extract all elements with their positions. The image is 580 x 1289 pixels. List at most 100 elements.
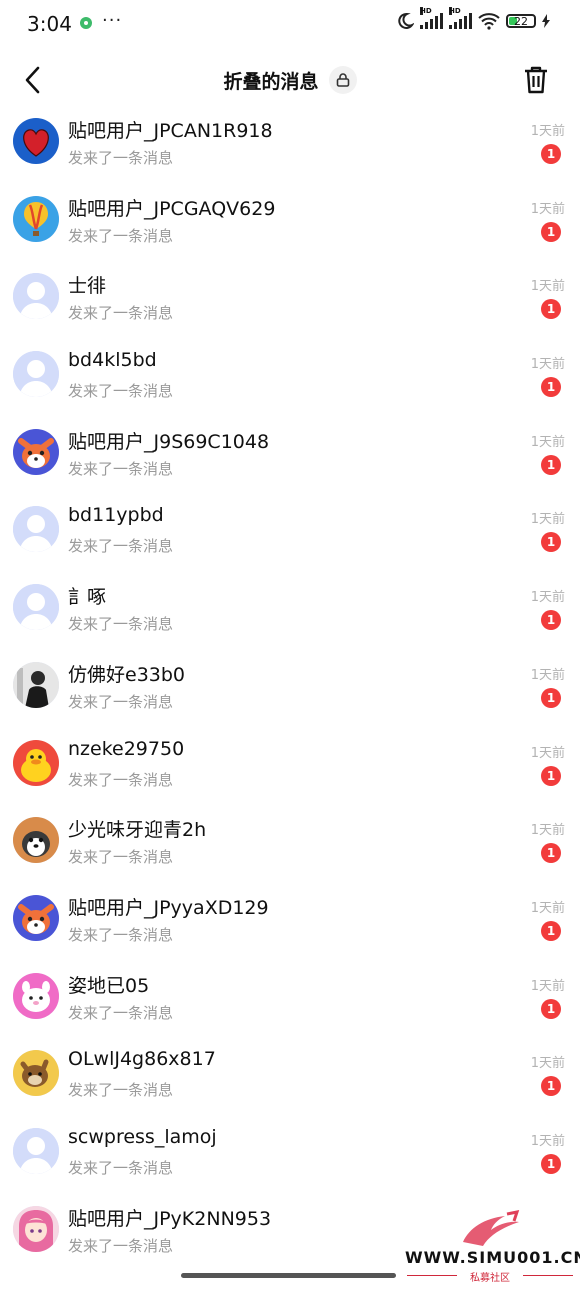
balloon-avatar[interactable] xyxy=(13,195,59,242)
wifi-icon xyxy=(478,13,500,30)
message-preview: 发来了一条消息 xyxy=(68,149,174,167)
default-avatar[interactable] xyxy=(13,351,59,398)
message-time: 1天前 xyxy=(530,1056,565,1072)
message-list-item[interactable]: OLwlJ4g86x817 发来了一条消息 1天前 1 xyxy=(0,1040,580,1118)
default-avatar[interactable] xyxy=(13,506,59,553)
charging-bolt-icon xyxy=(542,14,550,28)
message-preview: 发来了一条消息 xyxy=(68,382,174,401)
unread-badge: 1 xyxy=(541,687,561,708)
page-title: 折叠的消息 xyxy=(223,70,319,93)
message-preview: 发来了一条消息 xyxy=(68,1003,174,1022)
message-list-item[interactable]: bd4kl5bd 发来了一条消息 1天前 1 xyxy=(0,341,580,419)
message-time: 1天前 xyxy=(530,900,565,916)
app-notification-icon xyxy=(80,17,92,29)
fox-avatar[interactable] xyxy=(13,428,59,475)
message-list-item[interactable]: scwpress_lamoj 发来了一条消息 1天前 1 xyxy=(0,1118,580,1196)
more-notifications-icon: ··· xyxy=(102,10,123,31)
message-list-item[interactable]: 贴吧用户_JPyyaXD129 发来了一条消息 1天前 1 xyxy=(0,885,580,963)
lock-button[interactable] xyxy=(328,66,357,94)
message-preview: 发来了一条消息 xyxy=(68,1236,174,1255)
sender-name: 姿地已05 xyxy=(68,974,150,997)
photo-avatar[interactable] xyxy=(13,661,59,708)
unread-badge: 1 xyxy=(541,299,561,320)
status-bar: 3:04 ··· HD HD 22 xyxy=(0,0,580,48)
sender-name: scwpress_lamoj xyxy=(68,1125,217,1148)
unread-badge: 1 xyxy=(541,1153,561,1174)
sender-name: 贴吧用户_J9S69C1048 xyxy=(68,430,270,453)
signal-2-icon: HD xyxy=(449,7,472,29)
message-list-item[interactable]: 仿佛好e33b0 发来了一条消息 1天前 1 xyxy=(0,652,580,730)
default-avatar[interactable] xyxy=(13,1127,59,1174)
delete-all-button[interactable] xyxy=(522,64,550,96)
message-list-item[interactable]: 訁啄发来了一条消息 1天前 1 xyxy=(0,574,580,652)
message-time: 1天前 xyxy=(530,512,565,528)
duck-avatar[interactable] xyxy=(13,739,59,786)
message-list-item[interactable]: 姿地已05 发来了一条消息 1天前 1 xyxy=(0,963,580,1041)
home-indicator[interactable] xyxy=(181,1273,396,1278)
sender-name: 訁啄 xyxy=(68,586,107,609)
message-list-item[interactable]: bd11ypbd 发来了一条消息 1天前 1 xyxy=(0,496,580,574)
message-time: 1天前 xyxy=(530,590,565,606)
message-preview: 发来了一条消息 xyxy=(68,459,174,478)
sender-name: 贴吧用户_JPCAN1R918 xyxy=(68,120,273,142)
unread-badge: 1 xyxy=(541,610,561,631)
message-time: 1天前 xyxy=(530,823,565,839)
default-avatar[interactable] xyxy=(13,584,59,631)
sender-name: 士徘 xyxy=(68,275,107,298)
message-preview: 发来了一条消息 xyxy=(68,925,174,944)
sender-name: 贴吧用户_JPCGAQV629 xyxy=(68,197,276,220)
unread-badge: 1 xyxy=(541,1076,561,1097)
message-preview: 发来了一条消息 xyxy=(68,770,174,789)
status-time: 3:04 xyxy=(27,12,72,36)
message-time: 1天前 xyxy=(530,978,565,994)
message-preview: 发来了一条消息 xyxy=(68,1081,174,1100)
message-preview: 发来了一条消息 xyxy=(68,537,174,556)
page-title-area: 折叠的消息 xyxy=(0,66,580,94)
heart-avatar[interactable] xyxy=(13,118,59,164)
message-time: 1天前 xyxy=(530,357,565,373)
shiba-avatar[interactable] xyxy=(13,1050,59,1097)
message-time: 1天前 xyxy=(530,667,565,683)
watermark-line-right xyxy=(523,1275,573,1276)
battery-icon: 22 xyxy=(506,14,536,28)
trash-icon xyxy=(525,66,547,94)
sender-name: bd4kl5bd xyxy=(68,349,157,372)
unread-badge: 1 xyxy=(541,843,561,864)
unread-badge: 1 xyxy=(541,454,561,475)
message-preview: 发来了一条消息 xyxy=(68,1158,174,1177)
sender-name: 贴吧用户_JPyK2NN953 xyxy=(68,1207,272,1230)
pink-avatar[interactable] xyxy=(13,972,59,1019)
message-time: 1天前 xyxy=(530,201,565,217)
message-list-item[interactable]: 少光味牙迎青2h 发来了一条消息 1天前 1 xyxy=(0,807,580,885)
anime-avatar[interactable] xyxy=(13,1205,59,1252)
message-time: 1天前 xyxy=(530,745,565,761)
message-list-item[interactable]: nzeke29750 发来了一条消息 1天前 1 xyxy=(0,730,580,808)
message-list-item[interactable]: 士徘 发来了一条消息 1天前 1 xyxy=(0,263,580,341)
watermark-site: WWW.SIMU001.CN xyxy=(405,1248,580,1267)
watermark: WWW.SIMU001.CN 私募社区 xyxy=(405,1208,580,1284)
watermark-label: 私募社区 xyxy=(470,1273,510,1284)
dog-avatar[interactable] xyxy=(13,817,59,864)
default-avatar[interactable] xyxy=(13,273,59,320)
fox-avatar[interactable] xyxy=(13,894,59,941)
watermark-logo xyxy=(463,1210,520,1246)
unread-badge: 1 xyxy=(541,144,561,164)
message-list-item[interactable]: 贴吧用户_JPCGAQV629 发来了一条消息 1天前 1 xyxy=(0,186,580,264)
unread-badge: 1 xyxy=(541,765,561,786)
message-list: 贴吧用户_JPCAN1R918 发来了一条消息 1天前 1 贴吧用户_JPCGAQV62… xyxy=(0,108,580,1273)
unread-badge: 1 xyxy=(541,998,561,1019)
message-list-item[interactable]: 贴吧用户_J9S69C1048 发来了一条消息 1天前 1 xyxy=(0,419,580,497)
sender-name: bd11ypbd xyxy=(68,504,164,527)
message-preview: 发来了一条消息 xyxy=(68,692,174,711)
sender-name: 贴吧用户_JPyyaXD129 xyxy=(68,896,269,919)
message-preview: 发来了一条消息 xyxy=(68,615,174,634)
message-time: 1天前 xyxy=(530,434,565,450)
dnd-moon-icon xyxy=(398,12,414,29)
message-preview: 发来了一条消息 xyxy=(68,226,174,245)
message-preview: 发来了一条消息 xyxy=(68,848,174,867)
sender-name: 少光味牙迎青2h xyxy=(68,819,207,842)
message-list-item[interactable]: 贴吧用户_JPCAN1R918 发来了一条消息 1天前 1 xyxy=(0,108,580,186)
message-time: 1天前 xyxy=(530,1133,565,1149)
signal-1-icon: HD xyxy=(420,7,443,29)
sender-name: OLwlJ4g86x817 xyxy=(68,1048,216,1071)
